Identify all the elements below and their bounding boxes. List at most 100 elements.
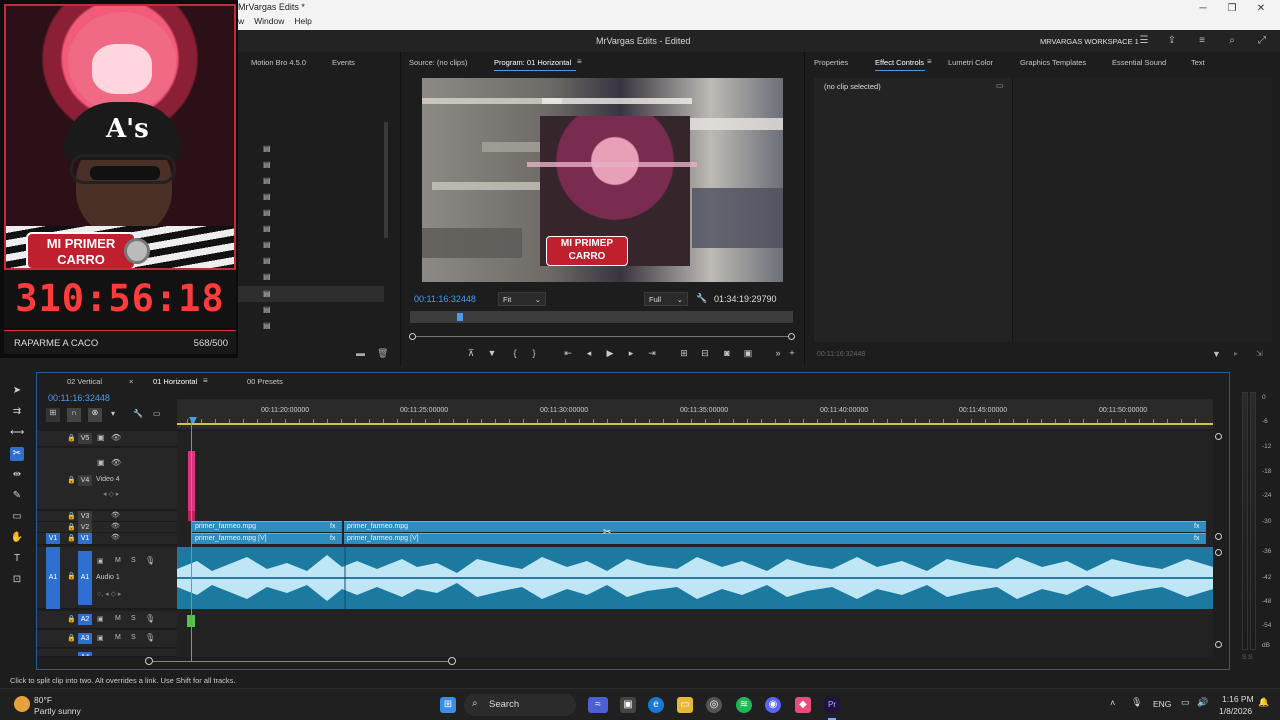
- menu-help[interactable]: Help: [294, 16, 311, 26]
- step-forward-icon[interactable]: ▸: [625, 348, 637, 359]
- play-icon[interactable]: ▶: [604, 348, 616, 359]
- mark-in-icon[interactable]: {: [509, 348, 521, 358]
- audio-clip-a1[interactable]: [177, 547, 1213, 609]
- track-name[interactable]: Audio 1: [96, 574, 120, 581]
- filter-icon[interactable]: ▼: [1212, 349, 1221, 359]
- sync-icon[interactable]: ▣: [97, 557, 104, 565]
- bin-icon[interactable]: ▤: [263, 144, 273, 153]
- workspace-menu-icon[interactable]: ☰: [1138, 35, 1150, 47]
- bin-icon[interactable]: ▤: [263, 208, 273, 217]
- tab-events[interactable]: Events: [332, 58, 355, 67]
- pen-tool-icon[interactable]: ✎: [10, 489, 24, 503]
- tab-01-horizontal[interactable]: 01 Horizontal: [153, 377, 197, 386]
- bin-icon[interactable]: ▤: [263, 256, 273, 265]
- horizontal-zoom-bar[interactable]: [149, 661, 453, 662]
- eye-icon[interactable]: 👁: [111, 522, 120, 530]
- slip-tool-icon[interactable]: ⇹: [10, 468, 24, 482]
- search-icon[interactable]: ⌕: [1226, 35, 1238, 47]
- list-item-selected[interactable]: [238, 286, 384, 302]
- solo-button[interactable]: S: [131, 634, 136, 641]
- hand-tool-icon[interactable]: ✋: [10, 531, 24, 545]
- track-label-v5[interactable]: V5: [78, 433, 92, 444]
- tab-00-presets[interactable]: 00 Presets: [247, 377, 283, 386]
- sync-icon[interactable]: ▣: [97, 433, 105, 442]
- bin-icon[interactable]: ▤: [263, 176, 273, 185]
- bin-icon[interactable]: ▤: [263, 305, 273, 314]
- restore-icon[interactable]: ❐: [1225, 3, 1239, 14]
- menu-view[interactable]: w: [238, 16, 244, 26]
- solo-button[interactable]: S: [131, 557, 136, 564]
- export-icon[interactable]: ⇲: [1256, 349, 1263, 358]
- file-explorer-icon[interactable]: ▭: [677, 697, 693, 713]
- lock-icon[interactable]: 🔒: [67, 434, 76, 442]
- track-label-a3[interactable]: A3: [78, 633, 92, 644]
- lock-icon[interactable]: 🔒: [67, 476, 76, 484]
- video-clip-v1-b[interactable]: primer_farmeo.mpg [V] fx: [344, 533, 1206, 544]
- tab-essential-sound[interactable]: Essential Sound: [1112, 58, 1166, 67]
- discord-icon[interactable]: ◉: [765, 697, 781, 713]
- play-audio-icon[interactable]: ▸: [1234, 349, 1238, 358]
- track-select-tool-icon[interactable]: ⇉: [10, 405, 24, 419]
- vertical-scroll-handle[interactable]: [1215, 641, 1222, 648]
- notification-icon[interactable]: 🔔: [1258, 697, 1269, 708]
- zoom-handle-left[interactable]: [409, 333, 416, 340]
- eye-icon[interactable]: 👁: [111, 533, 120, 541]
- task-view-icon[interactable]: ▣: [620, 697, 636, 713]
- ripple-edit-tool-icon[interactable]: ⟷: [10, 426, 24, 440]
- marker-icon[interactable]: ▾: [111, 409, 115, 418]
- workspaces-icon[interactable]: ≡: [1196, 35, 1208, 47]
- sync-icon[interactable]: ▣: [97, 615, 104, 623]
- playhead-line[interactable]: [191, 421, 192, 661]
- mute-button[interactable]: M: [115, 634, 121, 641]
- track-label-a4[interactable]: A4: [78, 652, 92, 656]
- comparison-icon[interactable]: ▣: [742, 348, 754, 359]
- video-clip-v2-b[interactable]: primer_farmeo.mpg fx: [344, 521, 1206, 532]
- premiere-pro-icon[interactable]: Pr: [824, 697, 840, 713]
- lock-icon[interactable]: 🔒: [67, 634, 76, 642]
- captions-icon[interactable]: ▭: [153, 409, 161, 418]
- tab-motion-bro[interactable]: Motion Bro 4.5.0: [251, 58, 306, 67]
- track-label-v4[interactable]: V4: [78, 475, 92, 486]
- extract-icon[interactable]: ⊟: [699, 348, 711, 359]
- sync-icon[interactable]: ▣: [97, 458, 105, 467]
- go-to-in-icon[interactable]: ⇤: [562, 348, 574, 359]
- tab-program[interactable]: Program: 01 Horizontal: [494, 58, 571, 67]
- eye-icon[interactable]: 👁: [111, 433, 121, 442]
- tab-source[interactable]: Source: (no clips): [409, 58, 467, 67]
- tab-lumetri-color[interactable]: Lumetri Color: [948, 58, 993, 67]
- keyframe-nav-icon[interactable]: ○, ◂ ◇ ▸: [97, 590, 121, 598]
- trash-icon[interactable]: 🗑: [377, 348, 388, 359]
- track-name[interactable]: Video 4: [96, 476, 120, 483]
- tab-graphics-templates[interactable]: Graphics Templates: [1020, 58, 1086, 67]
- zoom-handle-right[interactable]: [788, 333, 795, 340]
- razor-tool-icon[interactable]: ✂: [10, 447, 24, 461]
- lift-icon[interactable]: ⊼: [465, 348, 477, 359]
- app-icon[interactable]: ◆: [795, 697, 811, 713]
- snap-icon[interactable]: ∩: [67, 408, 81, 422]
- tray-overflow-icon[interactable]: ˄: [1110, 698, 1115, 708]
- track-label-v2[interactable]: V2: [78, 522, 92, 533]
- tab-02-vertical[interactable]: 02 Vertical: [67, 377, 102, 386]
- workspace-name[interactable]: MRVARGAS WORKSPACE 1: [1040, 37, 1139, 46]
- microphone-icon[interactable]: 🎙: [145, 614, 155, 623]
- mute-button[interactable]: M: [115, 557, 121, 564]
- microphone-icon[interactable]: 🎙: [145, 556, 155, 565]
- linked-selection-icon[interactable]: ⊗: [88, 408, 102, 422]
- nest-icon[interactable]: ⊞: [46, 408, 60, 422]
- step-back-icon[interactable]: ◂: [583, 348, 595, 359]
- settings-wrench-icon[interactable]: 🔧: [133, 409, 143, 418]
- weather-temp[interactable]: 80°F: [34, 695, 52, 705]
- edge-icon[interactable]: e: [648, 697, 664, 713]
- quality-dropdown[interactable]: Full ⌄: [644, 292, 688, 306]
- vertical-scroll-handle[interactable]: [1215, 433, 1222, 440]
- lock-icon[interactable]: 🔒: [67, 523, 76, 531]
- more-icon[interactable]: »: [772, 348, 784, 358]
- monitor-time-ruler[interactable]: [410, 311, 793, 323]
- scrollbar[interactable]: [384, 122, 388, 238]
- source-patch-a1[interactable]: A1: [46, 547, 60, 609]
- network-icon[interactable]: ▭: [1181, 697, 1190, 708]
- go-to-out-icon[interactable]: ⇥: [646, 348, 658, 359]
- weather-desc[interactable]: Partly sunny: [34, 706, 81, 716]
- caption-tool-icon[interactable]: ⊡: [10, 573, 24, 587]
- video-clip-v2-a[interactable]: primer_farmeo.mpg fx: [192, 521, 342, 532]
